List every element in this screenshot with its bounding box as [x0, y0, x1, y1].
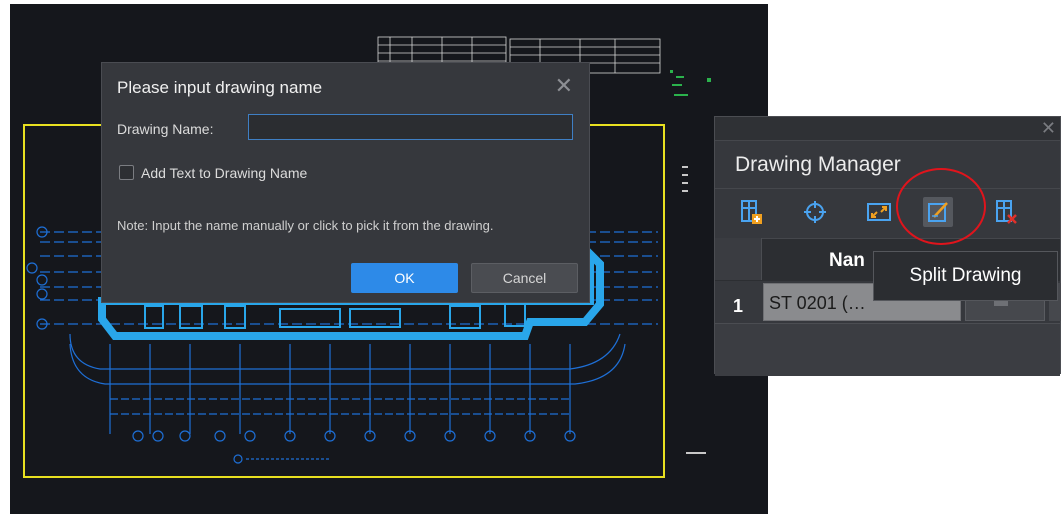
- add-drawing-icon[interactable]: [736, 197, 766, 227]
- dialog-note: Note: Input the name manually or click t…: [117, 218, 494, 233]
- add-text-checkbox-label[interactable]: Add Text to Drawing Name: [141, 165, 307, 181]
- dialog-title: Please input drawing name: [117, 78, 323, 97]
- cancel-button[interactable]: Cancel: [471, 263, 578, 293]
- column-header-name[interactable]: Nan: [829, 250, 865, 272]
- add-text-checkbox[interactable]: [119, 165, 134, 180]
- highlight-circle: [896, 168, 986, 245]
- drawing-manager-panel: ✕ Drawing Manager Nan 1 ST 0201 (…: [714, 116, 1061, 376]
- panel-footer: [715, 323, 1060, 376]
- panel-close-icon[interactable]: ✕: [1041, 118, 1056, 139]
- split-drawing-tooltip: Split Drawing: [873, 251, 1058, 301]
- drawing-name-label: Drawing Name:: [117, 121, 214, 137]
- locate-icon[interactable]: [800, 197, 830, 227]
- grid-corner: [715, 238, 762, 280]
- drawing-name-cell[interactable]: ST 0201 (…: [769, 293, 866, 314]
- close-icon[interactable]: ✕: [555, 73, 573, 99]
- input-drawing-name-dialog: Please input drawing name ✕ Drawing Name…: [101, 62, 590, 303]
- fit-drawing-icon[interactable]: [864, 197, 894, 227]
- panel-title: Drawing Manager: [735, 153, 901, 176]
- panel-title-bar[interactable]: [715, 117, 1060, 141]
- row-number: 1: [733, 296, 744, 316]
- delete-drawing-icon[interactable]: [991, 197, 1021, 227]
- drawing-name-input[interactable]: [248, 114, 573, 140]
- green-annotations: [670, 70, 711, 96]
- ok-button[interactable]: OK: [351, 263, 458, 293]
